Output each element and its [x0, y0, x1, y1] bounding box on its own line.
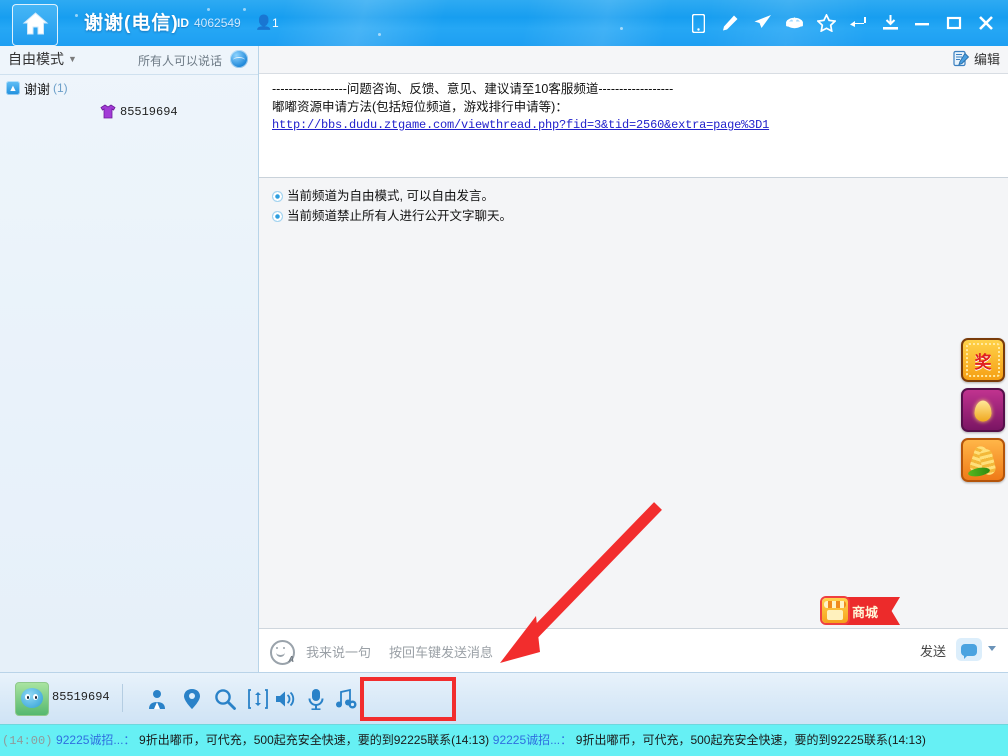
officer-cap-icon[interactable]: [778, 7, 810, 39]
avatar[interactable]: [15, 682, 49, 716]
speaker-icon[interactable]: [272, 685, 300, 713]
microphone-icon[interactable]: [302, 685, 330, 713]
room-id-label: ID: [177, 16, 189, 30]
mobile-icon[interactable]: [682, 7, 714, 39]
corn-icon[interactable]: [961, 438, 1005, 482]
pencil-icon[interactable]: [714, 7, 746, 39]
channel-name: 谢谢: [24, 79, 50, 98]
system-message: 当前频道禁止所有人进行公开文字聊天。: [272, 208, 1008, 224]
message-input[interactable]: 我来说一句: [306, 642, 371, 661]
announcement-body: ------------------问题咨询、反馈、意见、建议请至10客服频道-…: [259, 74, 1008, 178]
channel-member-count: (1): [53, 81, 68, 95]
announcement-line: ------------------问题咨询、反馈、意见、建议请至10客服频道-…: [272, 80, 998, 98]
emoji-icon[interactable]: A: [270, 640, 295, 665]
edit-label: 编辑: [974, 49, 1000, 68]
resize-vertical-icon[interactable]: [244, 685, 272, 713]
ticker-content: (14:00) 92225诚招...： 9折出嘟币，可代充，500起充安全快速，…: [2, 731, 926, 748]
chevron-down-icon: ▼: [68, 54, 77, 64]
announcement-toolbar: 编辑: [259, 46, 1008, 74]
globe-icon[interactable]: [230, 50, 248, 68]
mall-button[interactable]: 商城: [822, 597, 900, 627]
title-bar: 谢谢(电信) ID 4062549 👤 1: [0, 0, 1008, 46]
marquee-ticker[interactable]: (14:00) 92225诚招...： 9折出嘟币，可代充，500起充安全快速，…: [0, 724, 1008, 756]
current-user-name: 85519694: [52, 690, 110, 704]
sidebar: 自由模式 ▼ 所有人可以说话 ▲ 谢谢 (1) 85519694: [0, 46, 259, 672]
list-item[interactable]: 85519694: [0, 104, 258, 119]
info-bullet-icon: [272, 191, 283, 202]
dudu-voice-chat-window: 谢谢(电信) ID 4062549 👤 1: [0, 0, 1008, 756]
channel-row[interactable]: ▲ 谢谢 (1): [0, 78, 258, 98]
egg-icon[interactable]: [961, 388, 1005, 432]
chat-bubble-icon[interactable]: [956, 638, 982, 661]
user-count-value: 1: [272, 16, 279, 30]
ticker-user[interactable]: 92225诚招...：: [56, 733, 135, 747]
home-button[interactable]: [12, 4, 58, 46]
titlebar-dot: [620, 27, 623, 30]
chat-message-area: 当前频道为自由模式, 可以自由发言。 当前频道禁止所有人进行公开文字聊天。 奖: [259, 178, 1008, 639]
prize-icon-label: 奖: [963, 340, 1003, 380]
sidebar-header: 自由模式 ▼ 所有人可以说话: [0, 46, 258, 75]
send-button[interactable]: 发送: [920, 641, 946, 660]
shop-icon: [822, 598, 848, 623]
annotation-highlight-box: [360, 677, 456, 721]
ticker-message: 9折出嘟币，可代充，500起充安全快速，要的到92225联系(14:13): [139, 733, 489, 747]
channel-home-icon: ▲: [6, 81, 20, 95]
ticker-message: 9折出嘟币，可代充，500起充安全快速，要的到92225联系(14:13): [576, 733, 926, 747]
star-icon[interactable]: [810, 7, 842, 39]
purple-shirt-icon: [100, 104, 116, 119]
maximize-button[interactable]: [938, 7, 970, 39]
member-name: 85519694: [120, 105, 178, 119]
enter-arrow-icon[interactable]: [842, 7, 874, 39]
airplane-icon[interactable]: [746, 7, 778, 39]
titlebar-icon-group: [682, 0, 1002, 46]
search-icon[interactable]: [211, 685, 239, 713]
system-message: 当前频道为自由模式, 可以自由发言。: [272, 188, 1008, 204]
titlebar-dot: [75, 14, 78, 17]
location-pin-icon[interactable]: [178, 685, 206, 713]
announcement-link[interactable]: http://bbs.dudu.ztgame.com/viewthread.ph…: [272, 118, 769, 132]
promo-icon-rail: 奖: [961, 338, 1003, 482]
mode-label: 自由模式: [8, 51, 64, 67]
send-hint-label: 按回车键发送消息: [389, 642, 493, 661]
home-icon: [22, 11, 49, 40]
prize-icon[interactable]: 奖: [961, 338, 1005, 382]
minimize-button[interactable]: [906, 7, 938, 39]
edit-icon: [953, 50, 970, 67]
close-button[interactable]: [970, 7, 1002, 39]
person-suit-icon[interactable]: [143, 685, 171, 713]
download-icon[interactable]: [874, 7, 906, 39]
speak-permission-label: 所有人可以说话: [138, 52, 222, 69]
user-count-icon: 👤: [255, 14, 272, 31]
system-message-text: 当前频道为自由模式, 可以自由发言。: [287, 188, 494, 204]
info-bullet-icon: [272, 211, 283, 222]
edit-announcement-button[interactable]: 编辑: [953, 49, 1000, 68]
room-title: 谢谢(电信): [84, 8, 179, 35]
mall-label: 商城: [852, 602, 878, 621]
titlebar-dot: [207, 8, 210, 11]
send-options-chevron-icon[interactable]: [988, 646, 996, 651]
message-input-bar: A 我来说一句 按回车键发送消息 发送: [259, 628, 1008, 672]
system-message-text: 当前频道禁止所有人进行公开文字聊天。: [287, 208, 512, 224]
mode-selector[interactable]: 自由模式 ▼: [8, 49, 77, 69]
toolbar-divider: [122, 684, 123, 712]
announcement-line: 嘟嘟资源申请方法(包括短位频道，游戏排行申请等)：: [272, 98, 998, 116]
egg-shape: [975, 400, 992, 421]
ticker-user[interactable]: 92225诚招...：: [493, 733, 572, 747]
titlebar-dot: [378, 33, 381, 36]
right-pane: 编辑 ------------------问题咨询、反馈、意见、建议请至10客服…: [259, 46, 1008, 672]
room-id-value: 4062549: [194, 16, 241, 30]
music-settings-icon[interactable]: [332, 685, 360, 713]
ticker-time: (14:00): [2, 734, 52, 748]
bottom-toolbar: 85519694 按Ctrl说话: [0, 672, 1008, 725]
titlebar-dot: [243, 8, 246, 11]
